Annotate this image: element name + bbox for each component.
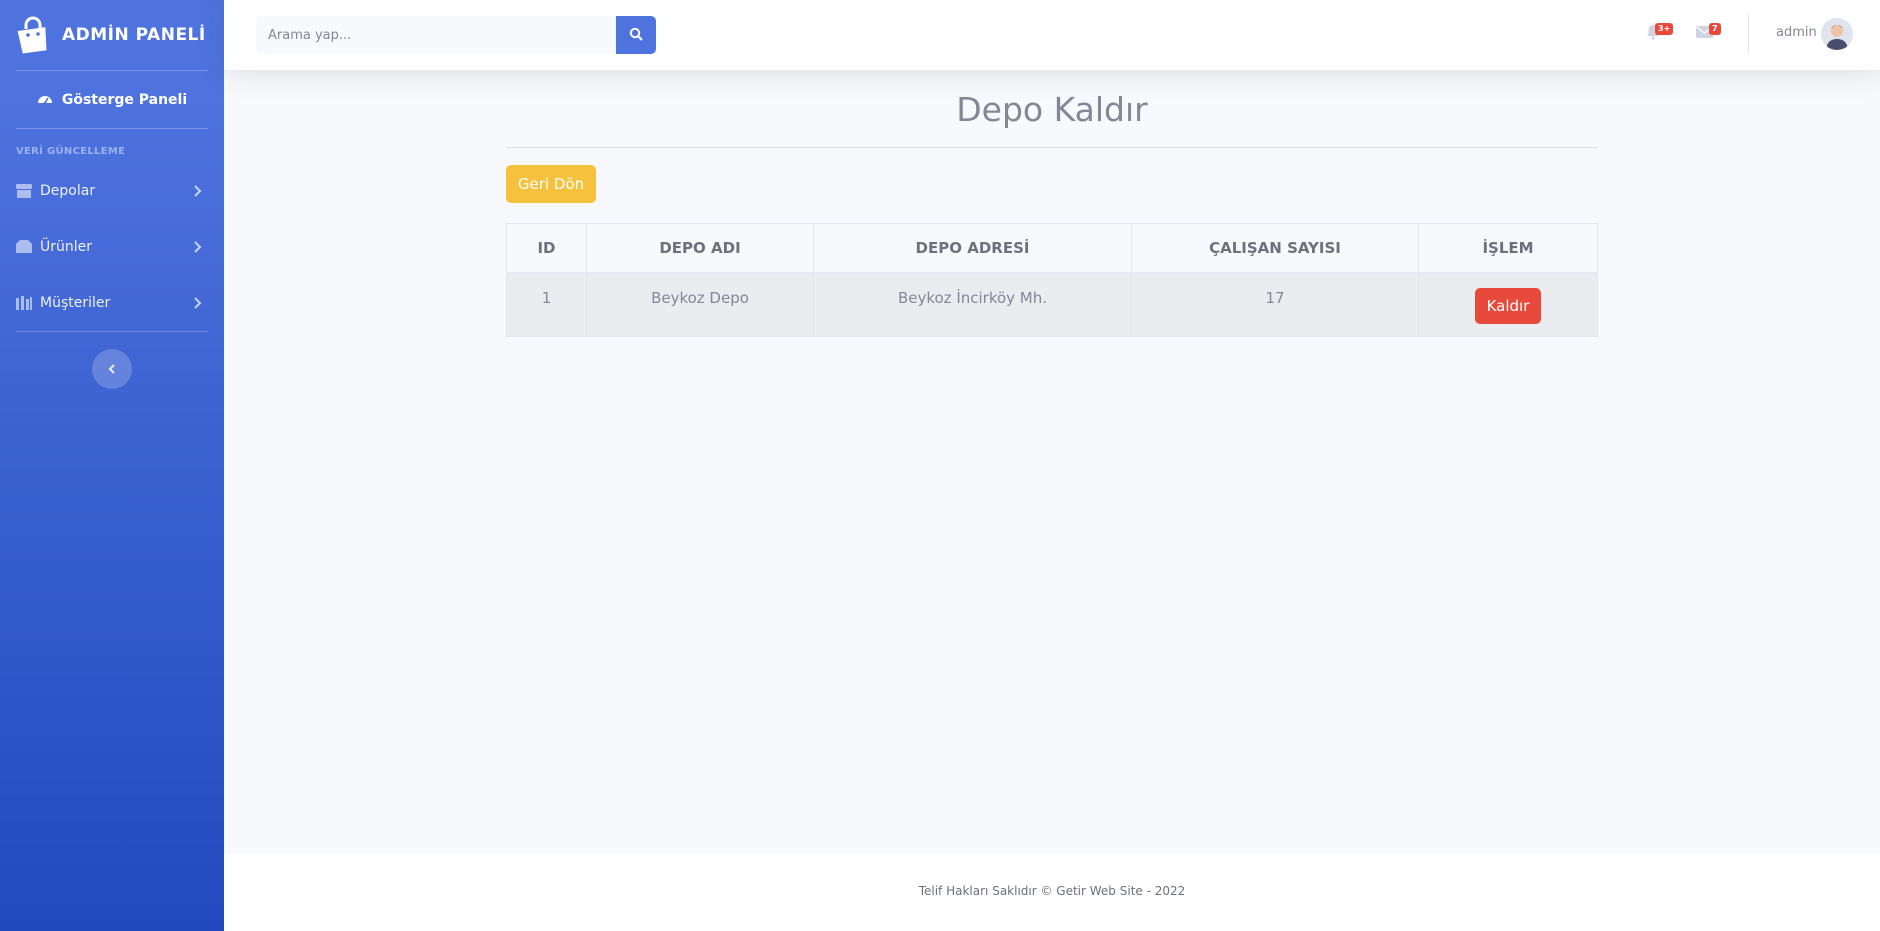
messages-badge: 7: [1709, 23, 1721, 35]
sidebar-toggle-button[interactable]: [92, 349, 132, 389]
sidebar-item-dashboard[interactable]: Gösterge Paneli: [0, 71, 224, 128]
title-divider: [506, 147, 1598, 148]
chevron-right-icon: [190, 240, 204, 254]
cell-address: Beykoz İncirköy Mh.: [813, 272, 1132, 337]
sidebar-divider: [16, 331, 208, 332]
sidebar-item-urunler[interactable]: Ürünler: [0, 219, 224, 275]
sidebar-item-depolar[interactable]: Depolar: [0, 163, 224, 219]
chevron-right-icon: [190, 184, 204, 198]
column-header-address: DEPO ADRESİ: [813, 223, 1132, 273]
brand-title: ADMİN PANELİ: [62, 25, 206, 45]
sidebar-heading: VERİ GÜNCELLEME: [16, 146, 126, 157]
sidebar: ADMİN PANELİ Gösterge Paneli VERİ GÜNCEL…: [0, 0, 224, 931]
table-row: 1 Beykoz Depo Beykoz İncirköy Mh. 17 Kal…: [506, 272, 1598, 337]
users-icon: [16, 296, 32, 310]
sidebar-item-musteriler[interactable]: Müşteriler: [0, 275, 224, 331]
chevron-left-icon: [106, 360, 118, 379]
search-icon: [629, 26, 643, 45]
remove-button[interactable]: Kaldır: [1474, 288, 1542, 324]
cell-name: Beykoz Depo: [586, 272, 814, 337]
footer: Telif Hakları Saklıdır © Getir Web Site …: [224, 854, 1880, 931]
search-input[interactable]: [256, 16, 616, 54]
column-header-action: İŞLEM: [1418, 223, 1598, 273]
tachometer-icon: [37, 92, 53, 108]
sidebar-brand[interactable]: ADMİN PANELİ: [0, 0, 224, 70]
alerts-button[interactable]: 3+: [1645, 23, 1674, 44]
avatar[interactable]: [1821, 18, 1853, 50]
table-header-row: ID DEPO ADI DEPO ADRESİ ÇALIŞAN SAYISI İ…: [506, 223, 1598, 273]
column-header-id: ID: [506, 223, 587, 273]
alerts-badge: 3+: [1655, 23, 1674, 35]
search-bar: [256, 16, 656, 54]
sidebar-item-label: Depolar: [40, 183, 96, 199]
cell-action: Kaldır: [1418, 272, 1598, 337]
topbar: 3+ 7 admin: [224, 0, 1880, 70]
sidebar-item-label: Ürünler: [40, 239, 93, 255]
user-name[interactable]: admin: [1776, 25, 1817, 40]
search-button[interactable]: [616, 16, 656, 54]
column-header-name: DEPO ADI: [586, 223, 814, 273]
back-button[interactable]: Geri Dön: [506, 165, 596, 203]
depot-table: ID DEPO ADI DEPO ADRESİ ÇALIŞAN SAYISI İ…: [506, 223, 1598, 337]
topbar-divider: [1748, 14, 1749, 54]
box-icon: [16, 240, 32, 254]
cell-employees: 17: [1131, 272, 1419, 337]
store-icon: [16, 184, 32, 198]
copyright-text: Telif Hakları Saklıdır © Getir Web Site …: [918, 884, 1186, 898]
cell-id: 1: [506, 272, 587, 337]
column-header-employees: ÇALIŞAN SAYISI: [1131, 223, 1419, 273]
shopping-bag-icon: [16, 16, 50, 54]
page-title: Depo Kaldır: [956, 90, 1148, 129]
sidebar-item-label: Müşteriler: [40, 295, 111, 311]
chevron-right-icon: [190, 296, 204, 310]
sidebar-item-label: Gösterge Paneli: [61, 91, 188, 108]
messages-button[interactable]: 7: [1696, 23, 1721, 44]
